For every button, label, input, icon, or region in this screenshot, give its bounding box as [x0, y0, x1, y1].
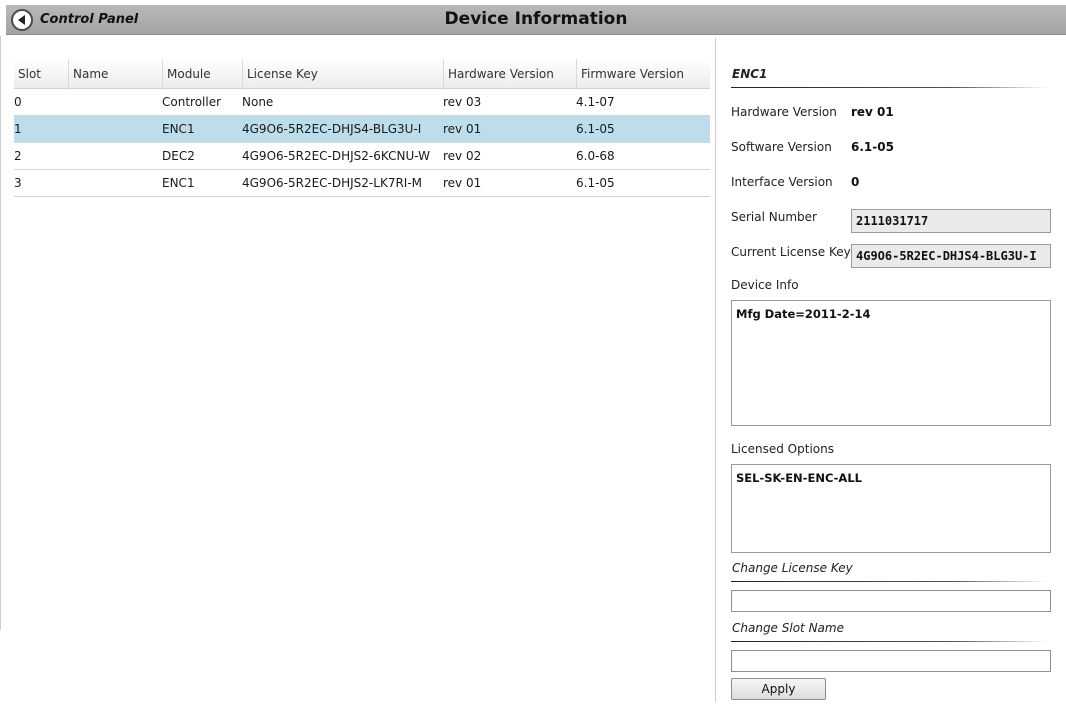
cell-hardware-version: rev 03 [443, 95, 482, 109]
hardware-version-value: rev 01 [851, 105, 894, 119]
change-slot-name-input[interactable] [731, 650, 1051, 672]
cell-firmware-version: 6.1-05 [576, 122, 615, 136]
licensed-options-box[interactable]: SEL-SK-EN-ENC-ALL [731, 464, 1051, 553]
column-header-name[interactable]: Name [68, 59, 162, 89]
cell-slot: 2 [14, 149, 22, 163]
table-header: Slot Name Module License Key Hardware Ve… [14, 59, 710, 89]
serial-number-label: Serial Number [731, 210, 817, 224]
cell-slot: 0 [14, 95, 22, 109]
table-row[interactable]: 0 Controller None rev 03 4.1-07 [14, 89, 710, 116]
cell-license-key: 4G9O6-5R2EC-DHJS4-BLG3U-I [242, 122, 422, 136]
panel-divider [715, 38, 716, 702]
details-title-divider [731, 87, 1049, 88]
cell-hardware-version: rev 01 [443, 122, 482, 136]
serial-number-field: 2111031717 [851, 209, 1051, 233]
cell-module: DEC2 [162, 149, 195, 163]
cell-hardware-version: rev 02 [443, 149, 482, 163]
details-title: ENC1 [732, 67, 768, 81]
cell-license-key: None [242, 95, 274, 109]
apply-button[interactable]: Apply [731, 678, 826, 700]
change-slot-name-divider [731, 641, 1049, 642]
column-header-firmware-version[interactable]: Firmware Version [576, 59, 710, 89]
device-info-label: Device Info [731, 278, 799, 292]
column-header-hardware-version[interactable]: Hardware Version [443, 59, 576, 89]
cell-license-key: 4G9O6-5R2EC-DHJS2-LK7RI-M [242, 176, 423, 190]
change-slot-name-title: Change Slot Name [732, 621, 844, 635]
cell-firmware-version: 4.1-07 [576, 95, 615, 109]
change-license-key-input[interactable] [731, 590, 1051, 612]
interface-version-value: 0 [851, 175, 860, 189]
cell-slot: 1 [14, 122, 22, 136]
cell-license-key: 4G9O6-5R2EC-DHJS2-6KCNU-W [242, 149, 430, 163]
current-license-key-field: 4G9O6-5R2EC-DHJS4-BLG3U-I [851, 244, 1051, 268]
cell-module: ENC1 [162, 176, 195, 190]
cell-firmware-version: 6.1-05 [576, 176, 615, 190]
left-frame-border [0, 36, 1, 630]
licensed-options-label: Licensed Options [731, 442, 834, 456]
header-bar: Control Panel Device Information [6, 5, 1066, 35]
software-version-value: 6.1-05 [851, 140, 894, 154]
interface-version-label: Interface Version [731, 175, 833, 189]
column-header-module[interactable]: Module [162, 59, 242, 89]
table-row[interactable]: 2 DEC2 4G9O6-5R2EC-DHJS2-6KCNU-W rev 02 … [14, 143, 710, 170]
cell-module: Controller [162, 95, 222, 109]
cell-hardware-version: rev 01 [443, 176, 482, 190]
cell-module: ENC1 [162, 122, 195, 136]
cell-firmware-version: 6.0-68 [576, 149, 615, 163]
table-row-selected[interactable]: 1 ENC1 4G9O6-5R2EC-DHJS4-BLG3U-I rev 01 … [14, 116, 710, 143]
table-row[interactable]: 3 ENC1 4G9O6-5R2EC-DHJS2-LK7RI-M rev 01 … [14, 170, 710, 197]
change-license-key-divider [731, 581, 1049, 582]
hardware-version-label: Hardware Version [731, 105, 837, 119]
change-license-key-title: Change License Key [732, 561, 853, 575]
column-header-license-key[interactable]: License Key [242, 59, 443, 89]
page-title: Device Information [444, 9, 628, 29]
device-table: Slot Name Module License Key Hardware Ve… [14, 59, 710, 197]
cell-slot: 3 [14, 176, 22, 190]
column-header-slot[interactable]: Slot [14, 59, 68, 89]
software-version-label: Software Version [731, 140, 832, 154]
current-license-key-label: Current License Key [731, 245, 851, 259]
device-info-box[interactable]: Mfg Date=2011-2-14 [731, 300, 1051, 426]
